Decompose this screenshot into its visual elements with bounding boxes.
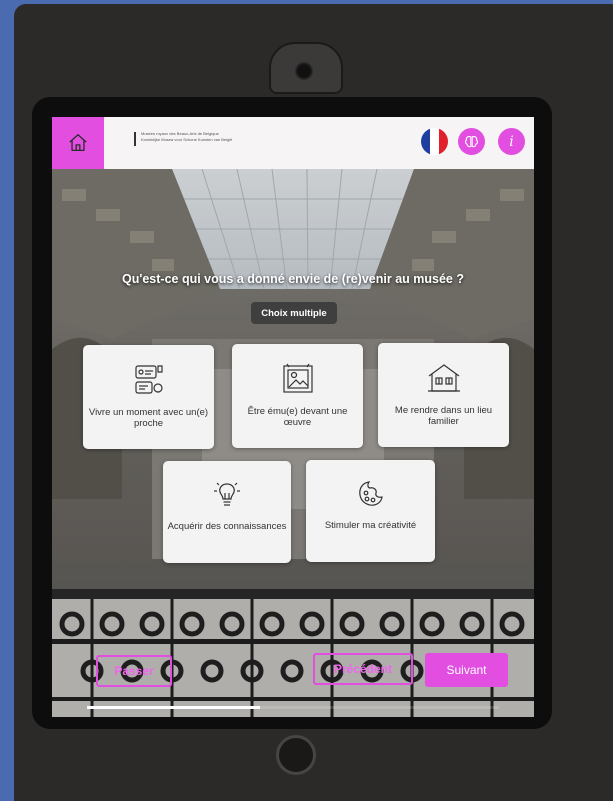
- language-french-button[interactable]: [421, 128, 448, 155]
- multiple-choice-badge: Choix multiple: [251, 302, 337, 324]
- option-label: Me rendre dans un lieu familier: [394, 405, 493, 427]
- previous-button[interactable]: Précédent: [313, 653, 413, 685]
- flag-red-stripe: [439, 128, 448, 155]
- option-card-familiar-place[interactable]: Me rendre dans un lieu familier: [378, 343, 509, 447]
- logo-line-nl: Koninklijke Musea voor Schone Kunsten va…: [141, 137, 233, 142]
- home-button[interactable]: [52, 117, 104, 169]
- skip-button[interactable]: Passer: [96, 655, 172, 687]
- option-card-creativity[interactable]: Stimuler ma créativité: [306, 460, 435, 562]
- home-hardware-button: [276, 735, 316, 775]
- option-label: Stimuler ma créativité: [324, 520, 417, 531]
- app-header: Musées royaux des Beaux-Arts de Belgique…: [52, 117, 534, 169]
- brain-icon: [465, 136, 478, 148]
- info-icon: i: [509, 133, 514, 150]
- option-card-loved-one[interactable]: Vivre un moment avec un(e) proche: [83, 345, 214, 449]
- house-icon: [427, 364, 460, 392]
- kiosk-screen: Musées royaux des Beaux-Arts de Belgique…: [52, 117, 534, 717]
- question-title: Qu'est-ce qui vous a donné envie de (re)…: [122, 272, 464, 286]
- flag-white-stripe: [430, 128, 439, 155]
- lightbulb-icon: [214, 482, 240, 506]
- palette-icon: [358, 481, 383, 506]
- progress-fill: [87, 706, 261, 709]
- option-label: Être ému(e) devant une œuvre: [247, 406, 348, 428]
- accessibility-button[interactable]: [458, 128, 485, 155]
- option-card-artwork[interactable]: Être ému(e) devant une œuvre: [232, 344, 363, 448]
- flag-blue-stripe: [421, 128, 430, 155]
- info-button[interactable]: i: [498, 128, 525, 155]
- chat-bubbles-icon: [134, 365, 163, 394]
- museum-logo: Musées royaux des Beaux-Arts de Belgique…: [134, 131, 294, 155]
- framed-painting-icon: [282, 363, 313, 393]
- option-label: Acquérir des connaissances: [167, 521, 287, 532]
- mount-hole: [295, 62, 313, 80]
- progress-bar: [87, 706, 499, 709]
- logo-mark: [134, 132, 136, 146]
- next-button[interactable]: Suivant: [425, 653, 508, 687]
- home-icon: [69, 134, 87, 151]
- option-label: Vivre un moment avec un(e) proche: [88, 407, 209, 429]
- option-card-knowledge[interactable]: Acquérir des connaissances: [163, 461, 291, 563]
